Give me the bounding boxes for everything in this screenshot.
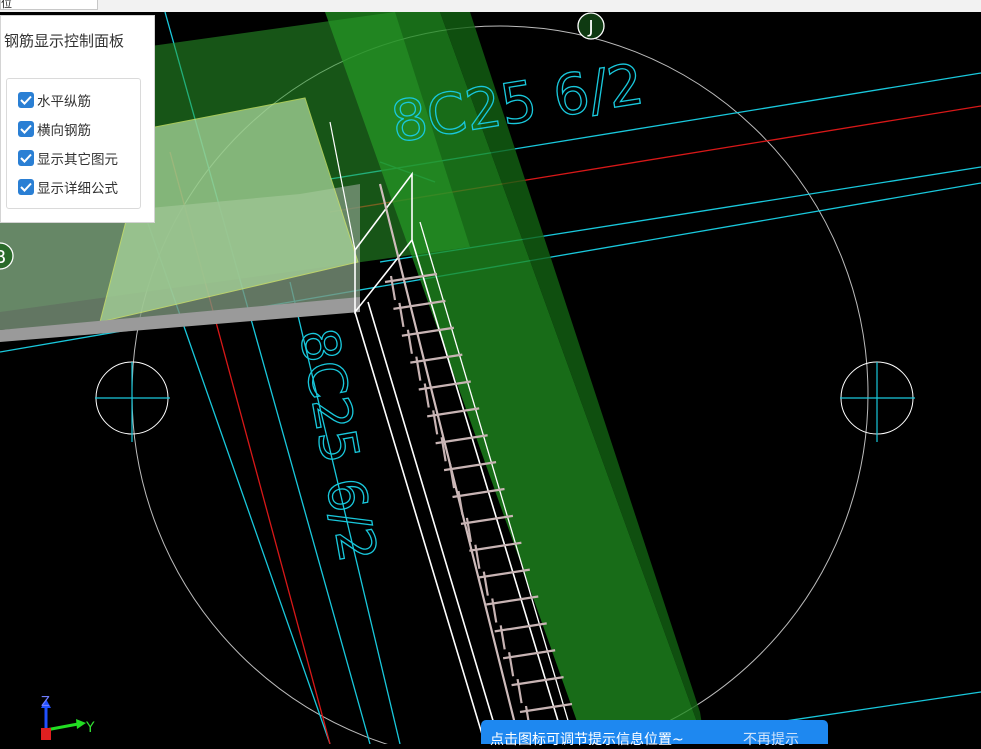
option-transverse-rebar[interactable]: 横向钢筋 [18,120,91,139]
svg-text:J: J [587,17,593,38]
toolbar-field-text: 位 [1,0,12,10]
axis-y-label: Y [85,720,95,736]
checkbox-show-detailed-formula[interactable] [18,179,34,195]
axis-indicator: Z Y [41,695,95,740]
svg-text:B: B [0,247,6,268]
checkbox-show-other-elements[interactable] [18,150,34,166]
toolbar-field[interactable]: 位 [0,0,98,10]
axis-z-label: Z [41,695,50,710]
top-toolbar: 位 [0,0,981,12]
option-label: 显示其它图元 [37,152,118,168]
rebar-display-control-panel: 钢筋显示控制面板 水平纵筋 横向钢筋 显示其它图元 显示详细公式 [0,15,155,223]
checkbox-horizontal-rebar[interactable] [18,92,34,108]
option-group: 水平纵筋 横向钢筋 显示其它图元 显示详细公式 [6,78,141,209]
hint-bar[interactable]: 点击图标可调节提示信息位置~ 不再提示 [481,720,828,748]
option-label: 水平纵筋 [37,94,91,110]
panel-title: 钢筋显示控制面板 [4,32,125,50]
option-show-detailed-formula[interactable]: 显示详细公式 [18,178,118,197]
checkbox-transverse-rebar[interactable] [18,121,34,137]
option-horizontal-rebar[interactable]: 水平纵筋 [18,91,91,110]
option-show-other-elements[interactable]: 显示其它图元 [18,149,118,168]
option-label: 显示详细公式 [37,181,118,197]
hint-text: 点击图标可调节提示信息位置~ [490,732,684,748]
dont-show-again-button[interactable]: 不再提示 [743,729,799,749]
grid-bubble-j: J [577,12,605,40]
option-label: 横向钢筋 [37,123,91,139]
